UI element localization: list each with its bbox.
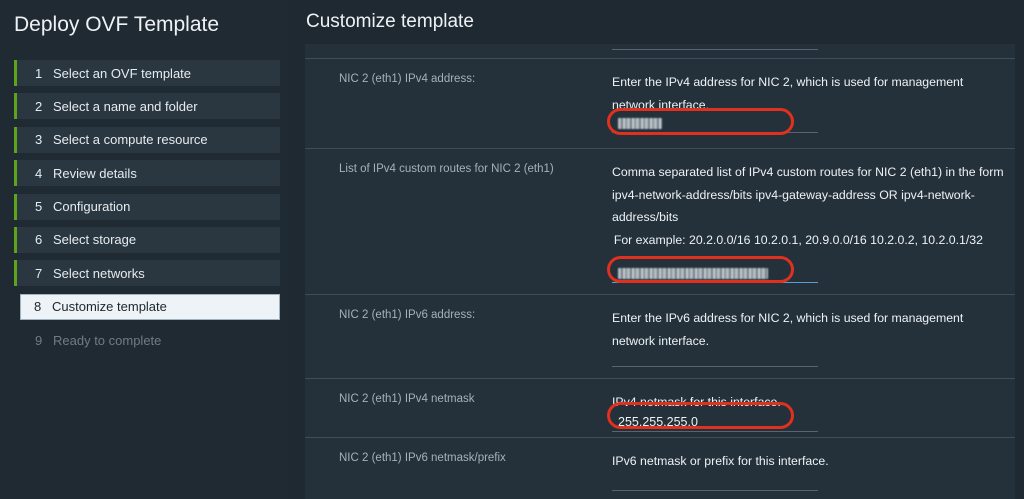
property-description: Comma separated list of IPv4 custom rout… [612, 161, 1007, 251]
step-label: Select storage [53, 232, 137, 248]
step-number: 8 [34, 299, 42, 315]
property-example: For example: 20.2.0.0/16 10.2.0.1, 20.9.… [613, 232, 983, 247]
step-number: 9 [35, 332, 43, 348]
property-description: IPv4 netmask for this interface. [612, 395, 781, 409]
step-label: Customize template [52, 299, 167, 315]
property-row-nic2-ipv4-address: NIC 2 (eth1) IPv4 address: Enter the IPv… [305, 58, 1015, 148]
previous-property-field[interactable] [612, 44, 818, 50]
property-label: NIC 2 (eth1) IPv4 netmask [339, 393, 475, 405]
nic2-ipv6-netmask-input[interactable] [612, 471, 818, 491]
nic2-ipv6-address-input[interactable] [612, 347, 818, 367]
step-label: Configuration [53, 199, 131, 215]
step-label: Select an OVF template [53, 65, 192, 81]
step-label: Select a compute resource [53, 132, 208, 148]
wizard-title: Deploy OVF Template [14, 13, 220, 36]
property-description-text: Comma separated list of IPv4 custom rout… [612, 165, 1004, 224]
property-label: List of IPv4 custom routes for NIC 2 (et… [339, 163, 554, 175]
nic2-ipv4-custom-routes-input[interactable] [612, 263, 818, 283]
step-label: Select a name and folder [53, 98, 198, 114]
customize-template-panel[interactable]: NIC 2 (eth1) IPv4 address: Enter the IPv… [305, 44, 1015, 499]
step-number: 4 [35, 165, 43, 181]
page-title: Customize template [306, 11, 474, 32]
step-number: 2 [35, 98, 43, 114]
step-configuration[interactable]: 5 Configuration [14, 193, 280, 220]
step-select-storage[interactable]: 6 Select storage [14, 226, 280, 253]
step-number: 6 [35, 232, 43, 248]
step-label: Review details [53, 165, 137, 181]
step-review-details[interactable]: 4 Review details [14, 160, 280, 187]
step-label: Select networks [53, 265, 145, 281]
property-label: NIC 2 (eth1) IPv4 address: [339, 73, 476, 85]
wizard-sidebar: Deploy OVF Template 1 Select an OVF templ… [0, 0, 288, 499]
step-select-compute-resource[interactable]: 3 Select a compute resource [14, 126, 280, 153]
nic2-ipv4-address-input[interactable] [612, 113, 818, 133]
step-ready-to-complete: 9 Ready to complete [14, 327, 280, 353]
property-row-nic2-ipv6-netmask: NIC 2 (eth1) IPv6 netmask/prefix IPv6 ne… [305, 437, 1015, 499]
property-row-nic2-ipv6-address: NIC 2 (eth1) IPv6 address: Enter the IPv… [305, 294, 1015, 378]
property-description: IPv6 netmask or prefix for this interfac… [612, 454, 829, 468]
step-number: 1 [35, 65, 43, 81]
step-customize-template[interactable]: 8 Customize template [20, 293, 280, 320]
redacted-value [618, 118, 662, 130]
nic2-ipv4-netmask-input[interactable]: 255.255.255.0 [612, 412, 818, 432]
step-label: Ready to complete [53, 332, 162, 348]
step-number: 3 [35, 132, 43, 148]
step-select-name-folder[interactable]: 2 Select a name and folder [14, 93, 280, 120]
step-number: 5 [35, 199, 43, 215]
property-label: NIC 2 (eth1) IPv6 address: [339, 309, 476, 321]
property-description: Enter the IPv6 address for NIC 2, which … [612, 311, 964, 348]
redacted-value [618, 268, 768, 280]
property-row-nic2-ipv4-custom-routes: List of IPv4 custom routes for NIC 2 (et… [305, 148, 1015, 294]
property-label: NIC 2 (eth1) IPv6 netmask/prefix [339, 452, 506, 464]
property-row-nic2-ipv4-netmask: NIC 2 (eth1) IPv4 netmask IPv4 netmask f… [305, 378, 1015, 437]
wizard-steps: 1 Select an OVF template 2 Select a name a… [14, 60, 280, 361]
step-select-networks[interactable]: 7 Select networks [14, 260, 280, 287]
property-description: Enter the IPv4 address for NIC 2, which … [612, 75, 964, 112]
step-number: 7 [35, 265, 43, 281]
step-select-ovf-template[interactable]: 1 Select an OVF template [14, 60, 280, 86]
